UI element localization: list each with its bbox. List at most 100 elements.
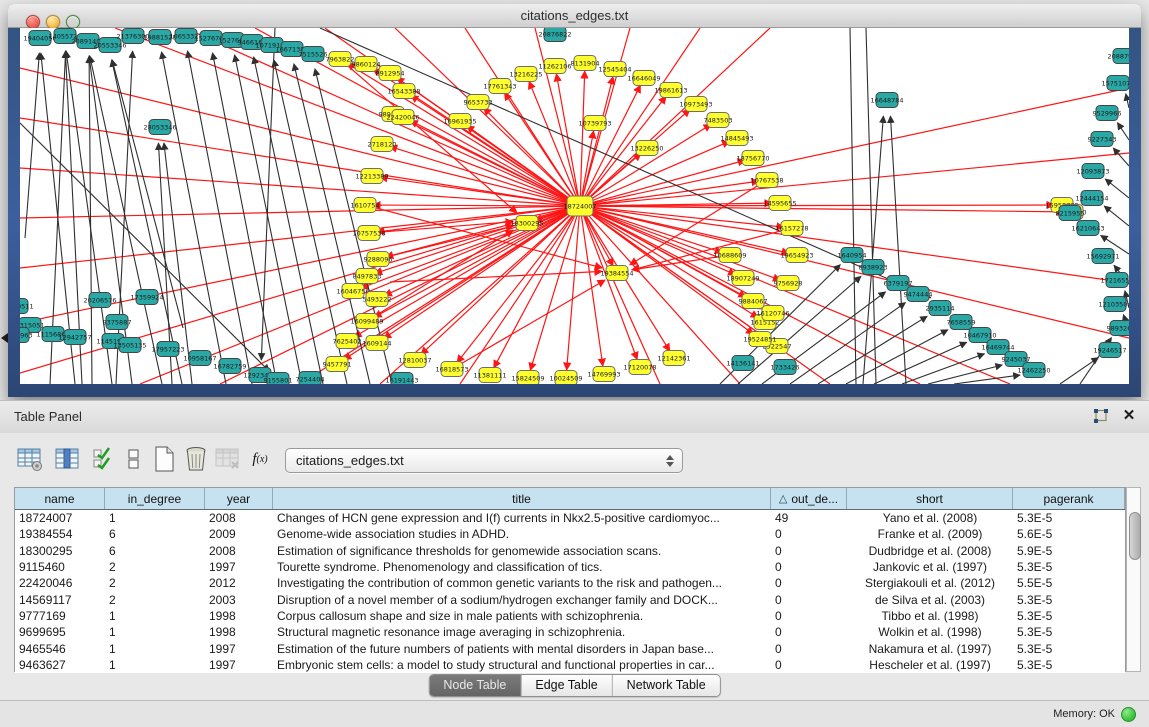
edit-columns-icon[interactable] [90,445,118,473]
graph-node[interactable]: 7658559 [947,315,976,330]
graph-node[interactable]: 9884067 [739,294,768,309]
cell-year[interactable]: 2009 [205,526,273,542]
cell-name[interactable]: 9777169 [15,608,105,624]
cell-title[interactable]: Genome-wide association studies in ADHD. [273,526,771,542]
graph-node[interactable]: 9375887 [103,315,132,330]
cell-out_degree[interactable]: 49 [771,510,847,526]
delete-columns-icon[interactable] [182,445,210,473]
cell-year[interactable]: 2012 [205,575,273,591]
citation-edge-red[interactable] [580,181,759,206]
graph-node[interactable]: 12142361 [657,351,690,366]
graph-node[interactable]: 17216555 [1100,273,1129,288]
graph-node[interactable]: 17957223 [151,342,184,357]
graph-node[interactable]: 12444154 [1075,191,1108,206]
tab-edge-table[interactable]: Edge Table [521,675,612,696]
graph-node[interactable]: 19654923 [780,248,813,263]
graph-node[interactable]: 8497833 [353,269,382,284]
graph-node[interactable]: 17120078 [623,360,656,375]
graph-node[interactable]: 8131904 [571,56,600,71]
cell-in_degree[interactable]: 1 [105,640,205,656]
graph-node[interactable]: 18756770 [736,151,769,166]
graph-node[interactable]: 1609144 [363,336,392,351]
graph-node[interactable]: 14136141 [726,356,759,371]
cell-year[interactable]: 1998 [205,608,273,624]
cell-name[interactable]: 9465546 [15,640,105,656]
cell-in_degree[interactable]: 6 [105,543,205,559]
table-selector-dropdown[interactable]: citations_edges.txt [285,448,683,473]
table-row[interactable]: 1938455462009Genome-wide association stu… [15,526,1125,542]
network-canvas-svg[interactable]: 1940405614055724208914062055334621376300… [20,28,1129,384]
graph-node[interactable]: 28053346 [143,120,176,135]
citation-edge-black[interactable] [1117,123,1129,140]
graph-node[interactable]: 16648784 [870,93,903,108]
close-panel-icon[interactable]: ✕ [1121,407,1137,425]
cell-short[interactable]: Dudbridge et al. (2008) [847,543,1013,559]
graph-node[interactable]: 15692971 [1086,249,1119,264]
cell-out_degree[interactable]: 0 [771,624,847,640]
cell-in_degree[interactable]: 2 [105,591,205,607]
cell-out_degree[interactable]: 0 [771,640,847,656]
graph-node[interactable]: 20887963 [1107,49,1129,64]
graph-node[interactable]: 16210643 [1071,221,1104,236]
graph-node[interactable]: 19861613 [654,83,687,98]
citation-edge-black[interactable] [1060,358,1098,384]
cell-short[interactable]: Hescheler et al. (1997) [847,657,1013,673]
graph-node[interactable]: 16961935 [443,114,476,129]
graph-node[interactable]: 1640954 [838,248,867,263]
graph-node[interactable]: 1733426 [771,360,800,375]
column-header-out_degree[interactable]: △out_de... [771,488,847,509]
citation-edge-black[interactable] [954,375,1020,384]
cell-year[interactable]: 2003 [205,591,273,607]
graph-node[interactable]: 13226250 [630,141,663,156]
cell-title[interactable]: Corpus callosum shape and size in male p… [273,608,771,624]
cell-pagerank[interactable]: 5.3E-5 [1013,608,1125,624]
citation-edge-red[interactable] [580,77,613,206]
graph-node[interactable]: 14769993 [587,367,620,382]
cell-short[interactable]: Nakamura et al. (1997) [847,640,1013,656]
memory-status-indicator[interactable] [1121,707,1136,722]
cell-in_degree[interactable]: 1 [105,510,205,526]
graph-node[interactable]: 9653733 [464,95,493,110]
graph-node[interactable]: 11381111 [473,368,506,383]
column-header-name[interactable]: name [15,488,105,509]
graph-node[interactable]: 16157278 [775,221,808,236]
graph-node[interactable]: 9756928 [774,276,803,291]
cell-pagerank[interactable]: 5.3E-5 [1013,640,1125,656]
graph-node[interactable]: 9893268 [1107,321,1129,336]
graph-node[interactable]: 16782759 [213,359,246,374]
graph-node[interactable]: 10688609 [713,248,746,263]
cell-name[interactable]: 22420046 [15,575,105,591]
cell-year[interactable]: 1997 [205,657,273,673]
cell-title[interactable]: Estimation of the future numbers of pati… [273,640,771,656]
citation-edge-red[interactable] [580,206,660,384]
cell-pagerank[interactable]: 5.6E-5 [1013,526,1125,542]
citation-edge-black[interactable] [1104,206,1129,226]
graph-node[interactable]: 16818573 [435,362,468,377]
graph-node[interactable]: 17359924 [130,290,163,305]
cell-title[interactable]: Estimation of significance thresholds fo… [273,543,771,559]
cell-name[interactable]: 9463627 [15,657,105,673]
cell-name[interactable]: 9115460 [15,559,105,575]
table-row[interactable]: 1872400712008Changes of HCN gene express… [15,510,1125,526]
cell-name[interactable]: 19384554 [15,526,105,542]
cell-title[interactable]: Changes of HCN gene expression and I(f) … [273,510,771,526]
table-scrollbar-thumb[interactable] [1129,512,1141,560]
cell-pagerank[interactable]: 5.3E-5 [1013,591,1125,607]
cell-name[interactable]: 14569117 [15,591,105,607]
cell-out_degree[interactable]: 0 [771,575,847,591]
cell-out_degree[interactable]: 0 [771,608,847,624]
row-format-icon[interactable] [120,445,148,473]
graph-node[interactable]: 17761343 [483,79,516,94]
citation-edge-black[interactable] [863,116,883,384]
cell-year[interactable]: 2008 [205,510,273,526]
graph-node[interactable]: 10024509 [549,371,582,385]
cell-in_degree[interactable]: 6 [105,526,205,542]
cell-title[interactable]: Investigating the contribution of common… [273,575,771,591]
citation-edge-black[interactable] [738,276,861,384]
graph-node[interactable]: 7254404 [296,372,325,385]
show-columns-icon[interactable] [54,445,82,473]
citation-edge-red[interactable] [580,206,637,360]
citation-edge-black[interactable] [254,57,323,384]
graph-node[interactable]: 2935114 [926,301,955,316]
graph-node[interactable]: 9529966 [1093,106,1122,121]
